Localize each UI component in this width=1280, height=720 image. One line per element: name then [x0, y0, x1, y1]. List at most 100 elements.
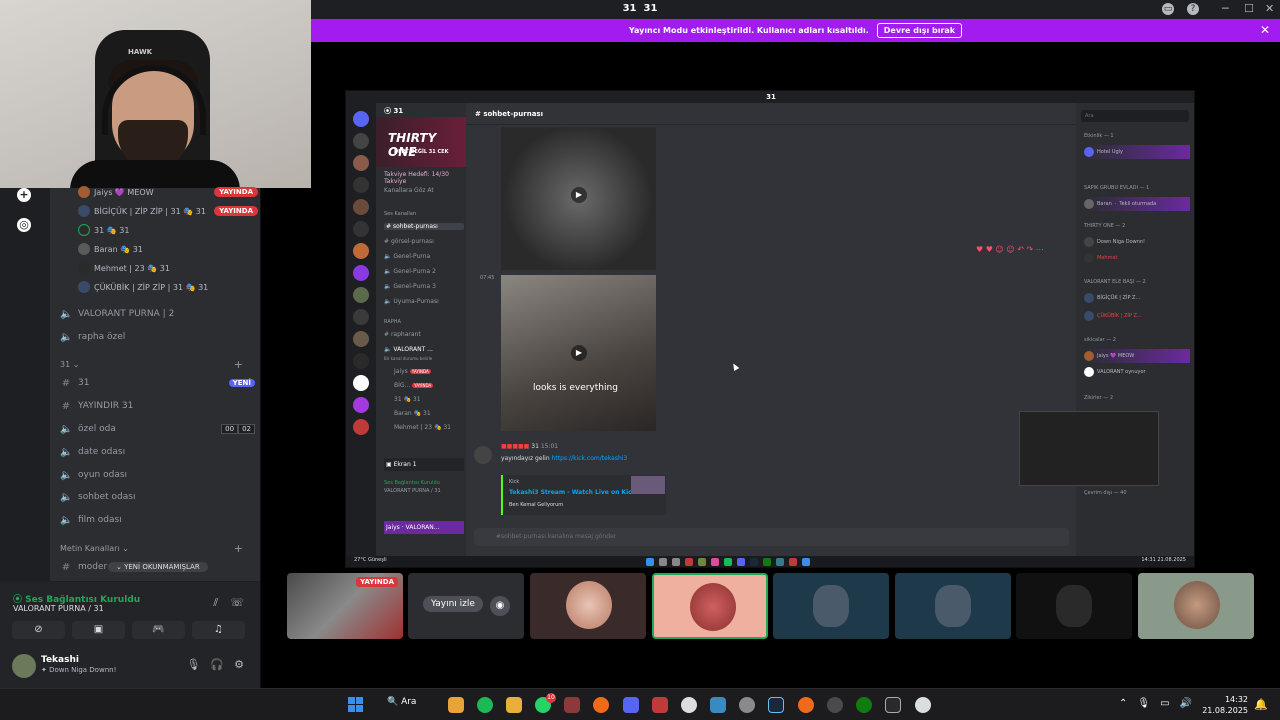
- participant-avatar: [690, 583, 736, 631]
- category-label: Ses Kanalları: [384, 211, 417, 217]
- voice-user: BİG... YAYINDA: [394, 382, 434, 389]
- app-icon[interactable]: [827, 697, 843, 713]
- server-rail: + ◎: [0, 188, 50, 581]
- stream-tile[interactable]: YAYINDA: [287, 573, 403, 639]
- voice-user[interactable]: ÇÜKÜBİK | ZİP ZİP | 31 🎭 31: [78, 278, 258, 296]
- voice-user[interactable]: Baran 🎭 31: [78, 240, 258, 258]
- participant-tile[interactable]: [1138, 573, 1254, 639]
- minimize-button[interactable]: ─: [1222, 2, 1229, 15]
- discover-icon[interactable]: ◎: [17, 218, 31, 232]
- app-icon[interactable]: [593, 697, 609, 713]
- voice-channel-valorant-purna-2[interactable]: 🔈 VALORANT PURNA | 2: [60, 304, 255, 324]
- new-unreads-pill[interactable]: ⌄ YENİ OKUNMAMIŞLAR: [108, 562, 208, 572]
- steam-icon[interactable]: [768, 697, 784, 713]
- network-icon[interactable]: ▭: [1160, 698, 1169, 709]
- voice-user-name: BİGİÇÜK | ZİP ZİP | 31 🎭 31: [94, 206, 206, 216]
- taskbar-search[interactable]: 🔍 Ara: [387, 697, 416, 707]
- camera-off-button[interactable]: ⊘: [12, 621, 65, 639]
- volume-icon[interactable]: 🔊: [1180, 698, 1192, 709]
- app-icon[interactable]: [564, 697, 580, 713]
- close-button[interactable]: ✕: [1265, 2, 1274, 15]
- discord-icon[interactable]: [623, 697, 639, 713]
- message-author: ■■■■■ 31 15:01: [501, 443, 559, 450]
- app-icon[interactable]: [681, 697, 697, 713]
- inbox-icon[interactable]: ▭: [1162, 3, 1174, 15]
- hash-icon: #: [61, 561, 71, 573]
- text-channel-yayindir-31[interactable]: # YAYINDIR 31: [60, 396, 255, 416]
- help-icon[interactable]: ?: [1187, 3, 1199, 15]
- streamer-mode-banner: Yayıncı Modu etkinleştirildi. Kullanıcı …: [311, 19, 1280, 42]
- speaker-icon: 🔈: [60, 308, 73, 320]
- settings-icon[interactable]: [739, 697, 755, 713]
- new-badge: YENİ: [228, 379, 255, 387]
- voice-channel-oyun-odasi[interactable]: 🔈 oyun odası: [60, 465, 255, 485]
- voice-channel: 🔈 Genel-Purna: [384, 253, 431, 260]
- member-row: Jaiys 💜 MEOW: [1084, 349, 1190, 363]
- username[interactable]: Tekashi: [41, 655, 79, 665]
- voice-user[interactable]: Jaiys 💜 MEOW YAYINDA: [78, 183, 258, 201]
- participant-tile[interactable]: [773, 573, 889, 639]
- voice-channel-ozel-oda[interactable]: 🔈 özel oda 00 02: [60, 419, 255, 439]
- stream-tile-watch[interactable]: Yayını izle ◉: [408, 573, 524, 639]
- maximize-button[interactable]: ☐: [1244, 2, 1254, 15]
- stream-server-name: ⦿ 31: [384, 107, 404, 115]
- watch-icon[interactable]: ◉: [490, 596, 510, 616]
- add-channel-icon[interactable]: +: [234, 358, 243, 371]
- settings-gear-icon[interactable]: ⚙: [234, 658, 244, 671]
- voice-user[interactable]: BİGİÇÜK | ZİP ZİP | 31 🎭 31 YAYINDA: [78, 202, 258, 220]
- app-icon[interactable]: [652, 697, 668, 713]
- participant-tile[interactable]: [1016, 573, 1132, 639]
- voice-channel-film-odasi[interactable]: 🔈 film odası: [60, 510, 255, 530]
- stream-user-panel: Jaiys · VALORAN...: [384, 521, 464, 534]
- voice-channel: 🔈 Genel-Purna 2: [384, 268, 436, 275]
- banner-close-icon[interactable]: ✕: [1260, 23, 1270, 37]
- headphones-icon[interactable]: 🎧: [210, 658, 224, 671]
- stream-chat-area: # sohbet-purnası ▶ 07:45 ▶ looks is ever…: [466, 103, 1076, 556]
- epic-games-icon[interactable]: [885, 697, 901, 713]
- windows-start-icon[interactable]: [348, 697, 363, 712]
- microphone-icon[interactable]: 🎙: [186, 658, 200, 671]
- embed-thumbnail: [631, 476, 665, 494]
- voice-channel-rapha-ozel[interactable]: 🔈 rapha özel: [60, 327, 255, 347]
- spotify-icon[interactable]: [477, 697, 493, 713]
- category-metin-kanallari[interactable]: Metin Kanalları ⌄ +: [60, 542, 255, 555]
- voice-user: Baran 🎭 31: [394, 410, 431, 417]
- add-server-icon[interactable]: +: [17, 188, 31, 202]
- channel-name: rapha özel: [78, 332, 126, 342]
- app-icon[interactable]: [710, 697, 726, 713]
- screen-share-button[interactable]: ▣: [72, 621, 125, 639]
- participant-tile[interactable]: [895, 573, 1011, 639]
- category-31[interactable]: 31 ⌄ +: [60, 358, 255, 371]
- member-row: Down Niga Downn!: [1084, 235, 1190, 249]
- voice-user[interactable]: Mehmet | 23 🎭 31: [78, 259, 258, 277]
- voice-channel-date-odasi[interactable]: 🔈 date odası: [60, 442, 255, 462]
- watch-stream-button[interactable]: Yayını izle: [423, 596, 483, 612]
- chevron-up-icon[interactable]: ⌃: [1119, 698, 1127, 709]
- text-channel-31[interactable]: # 31 YENİ: [60, 373, 255, 393]
- chrome-icon[interactable]: [448, 697, 464, 713]
- activities-button[interactable]: 🎮: [132, 621, 185, 639]
- disable-streamer-mode-button[interactable]: Devre dışı bırak: [876, 23, 963, 38]
- sidebar-divider: [260, 188, 261, 688]
- stream-view[interactable]: 31 ⦿ 31 THIRTY ONE DERT DEĞİL 31 CEK Tak…: [345, 90, 1195, 568]
- user-avatar[interactable]: [12, 654, 36, 678]
- voice-channel-label[interactable]: VALORANT PURNA / 31: [13, 604, 104, 613]
- microphone-icon[interactable]: 🎙: [1137, 698, 1150, 709]
- participant-tile[interactable]: [530, 573, 646, 639]
- voice-user: 31 🎭 31: [394, 396, 421, 403]
- soundboard-button[interactable]: ♫: [192, 621, 245, 639]
- voice-user[interactable]: 31 🎭 31: [78, 221, 258, 239]
- add-channel-icon[interactable]: +: [234, 542, 243, 555]
- voice-channel-sohbet-odasi[interactable]: 🔈 sohbet odası: [60, 487, 255, 507]
- participant-tile-speaking[interactable]: [652, 573, 768, 639]
- notification-bell-icon[interactable]: 🔔: [1254, 698, 1268, 711]
- taskbar-clock[interactable]: 14:32 21.08.2025: [1202, 694, 1248, 716]
- disconnect-icon[interactable]: ☏: [230, 596, 244, 610]
- channel-name: YAYINDIR 31: [78, 401, 134, 411]
- file-explorer-icon[interactable]: [506, 697, 522, 713]
- embed-description: Ben Kemal Geliyorum: [509, 502, 564, 508]
- chatgpt-icon[interactable]: [915, 697, 931, 713]
- xbox-icon[interactable]: [856, 697, 872, 713]
- noise-suppression-icon[interactable]: ⫽: [213, 596, 218, 610]
- app-icon[interactable]: [798, 697, 814, 713]
